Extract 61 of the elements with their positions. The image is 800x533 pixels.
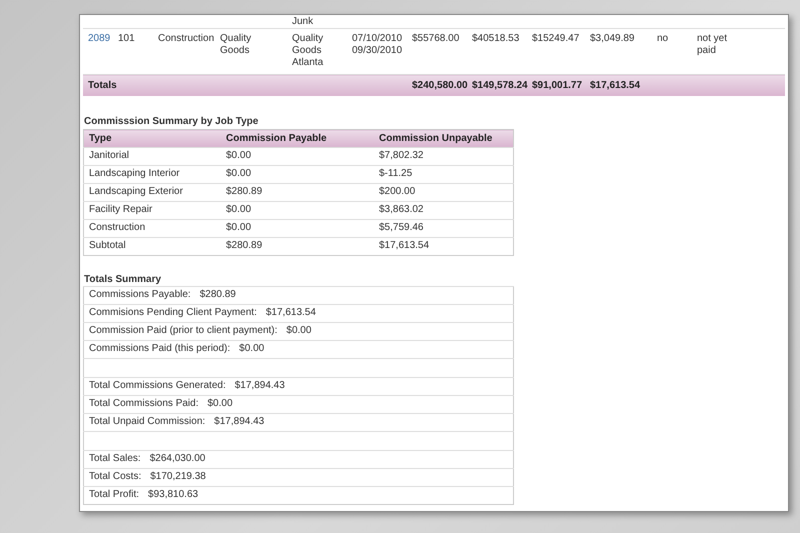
summary-label: Total Costs: — [89, 471, 142, 482]
summary-value: $17,613.54 — [266, 307, 316, 318]
table-cell: Landscaping Exterior — [89, 186, 183, 197]
summary-label: Commissions Payable: — [89, 289, 191, 300]
table-cell: Subtotal — [89, 240, 126, 251]
summary-label: Total Profit: — [89, 489, 140, 500]
table-cell: Construction — [158, 33, 214, 44]
table-cell: $0.00 — [226, 168, 252, 179]
table-cell: $17,613.54 — [379, 240, 430, 251]
totals-label: Totals — [88, 80, 117, 91]
totals-value: $149,578.24 — [472, 80, 528, 91]
table-cell: $7,802.32 — [379, 150, 424, 161]
summary-value: $93,810.63 — [148, 489, 198, 500]
summary-value: $280.89 — [200, 289, 236, 300]
column-header: Commission Unpayable — [379, 133, 492, 144]
table-cell: 101 — [118, 33, 135, 44]
summary-value: $17,894.43 — [214, 416, 264, 427]
table-cell: Janitorial — [89, 150, 130, 161]
table-cell: $55768.00 — [412, 33, 460, 44]
summary-label: Total Commissions Paid: — [89, 398, 198, 409]
section-title: Totals Summary — [84, 274, 162, 285]
summary-label: Total Commissions Generated: — [89, 380, 226, 391]
summary-label: Total Sales: — [89, 453, 141, 464]
table-cell: $280.89 — [226, 240, 262, 251]
table-cell: $280.89 — [226, 186, 262, 197]
table-cell: Quality Goods — [220, 33, 252, 56]
job-id-link[interactable]: 2089 — [88, 33, 110, 44]
summary-value: $17,894.43 — [234, 380, 285, 391]
table-cell: $0.00 — [226, 204, 252, 215]
summary-label: Total Unpaid Commission: — [89, 416, 206, 427]
summary-value: $0.00 — [239, 343, 264, 354]
table-cell: Facility Repair — [89, 204, 152, 215]
table-cell-text: 07/10/2010 09/30/2010 — [352, 33, 404, 57]
table-cell-text: Quality Goods Atlanta — [292, 33, 324, 69]
table-cell: $200.00 — [379, 186, 416, 197]
summary-label: Commisions Pending Client Payment: — [89, 307, 257, 318]
table-cell: no — [657, 33, 668, 44]
summary-value: $0.00 — [286, 325, 312, 336]
summary-value: $0.00 — [207, 398, 233, 409]
summary-value: $264,030.00 — [150, 453, 206, 464]
table-cell: Junk — [292, 16, 314, 27]
totals-value: $240,580.00 — [412, 80, 468, 91]
table-cell: $15249.47 — [532, 33, 580, 44]
column-header: Commission Payable — [226, 133, 327, 144]
table-cell: $-11.25 — [379, 168, 412, 179]
table-cell: $0.00 — [226, 222, 252, 233]
section-title: Commisssion Summary by Job Type — [84, 116, 258, 127]
column-header: Type — [89, 133, 112, 144]
table-cell: $3,863.02 — [379, 204, 424, 215]
table-cell: $40518.53 — [472, 33, 520, 44]
summary-label: Commissions Paid (this period): — [89, 343, 230, 354]
totals-value: $91,001.77 — [532, 80, 582, 91]
table-cell: $3,049.89 — [590, 33, 634, 44]
table-cell: Construction — [89, 222, 146, 233]
totals-value: $17,613.54 — [590, 80, 640, 91]
table-cell-text: not yet paid — [697, 33, 728, 57]
table-cell: $5,759.46 — [379, 222, 424, 233]
summary-label: Commission Paid (prior to client payment): — [89, 325, 278, 336]
table-cell: $0.00 — [226, 150, 252, 161]
summary-value: $170,219.38 — [150, 471, 206, 482]
table-cell: Landscaping Interior — [89, 168, 180, 179]
